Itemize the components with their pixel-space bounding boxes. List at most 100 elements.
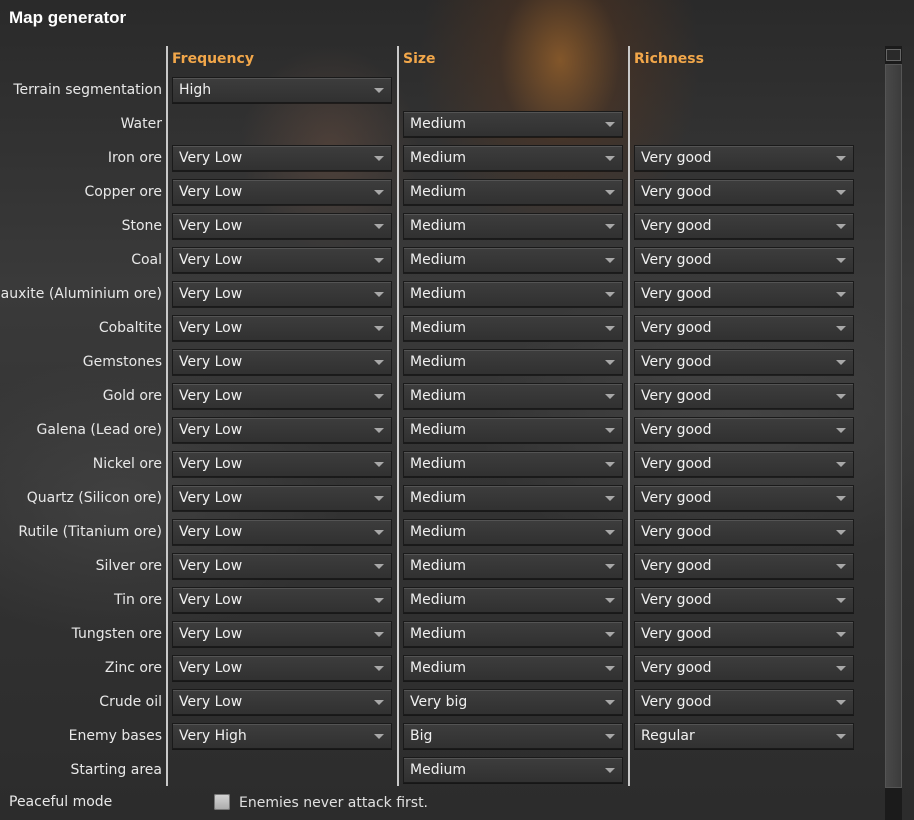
frequency-dropdown[interactable]: Very Low <box>172 519 392 545</box>
size-dropdown[interactable]: Medium <box>403 145 623 171</box>
chevron-down-icon <box>605 530 615 535</box>
richness-dropdown[interactable]: Very good <box>634 587 854 613</box>
richness-dropdown[interactable]: Regular <box>634 723 854 749</box>
size-dropdown[interactable]: Medium <box>403 349 623 375</box>
size-dropdown[interactable]: Medium <box>403 315 623 341</box>
richness-dropdown[interactable]: Very good <box>634 281 854 307</box>
size-dropdown-value: Medium <box>410 252 466 268</box>
richness-dropdown[interactable]: Very good <box>634 621 854 647</box>
frequency-dropdown[interactable]: Very Low <box>172 383 392 409</box>
richness-dropdown[interactable]: Very good <box>634 213 854 239</box>
richness-dropdown[interactable]: Very good <box>634 179 854 205</box>
richness-dropdown[interactable]: Very good <box>634 383 854 409</box>
chevron-down-icon <box>374 666 384 671</box>
peaceful-mode-checkbox[interactable] <box>214 794 230 810</box>
size-dropdown[interactable]: Medium <box>403 111 623 137</box>
richness-dropdown[interactable]: Very good <box>634 553 854 579</box>
richness-dropdown[interactable]: Very good <box>634 247 854 273</box>
frequency-dropdown-value: Very Low <box>179 490 243 506</box>
size-dropdown[interactable]: Medium <box>403 485 623 511</box>
size-dropdown[interactable]: Very big <box>403 689 623 715</box>
size-dropdown-value: Medium <box>410 422 466 438</box>
size-dropdown[interactable]: Medium <box>403 655 623 681</box>
chevron-down-icon <box>374 326 384 331</box>
size-dropdown-value: Medium <box>410 626 466 642</box>
frequency-dropdown[interactable]: Very Low <box>172 417 392 443</box>
chevron-down-icon <box>605 598 615 603</box>
chevron-down-icon <box>605 734 615 739</box>
chevron-down-icon <box>605 768 615 773</box>
richness-dropdown[interactable]: Very good <box>634 519 854 545</box>
frequency-dropdown[interactable]: Very Low <box>172 689 392 715</box>
frequency-dropdown[interactable]: Very Low <box>172 621 392 647</box>
richness-dropdown[interactable]: Very good <box>634 315 854 341</box>
frequency-dropdown[interactable]: Very Low <box>172 553 392 579</box>
size-dropdown-value: Medium <box>410 354 466 370</box>
window-title: Map generator <box>9 8 127 27</box>
row-label: Crude oil <box>99 694 162 710</box>
frequency-dropdown[interactable]: High <box>172 77 392 103</box>
frequency-dropdown[interactable]: Very Low <box>172 179 392 205</box>
richness-dropdown-value: Very good <box>641 592 712 608</box>
frequency-dropdown-value: Very Low <box>179 456 243 472</box>
frequency-dropdown-value: Very Low <box>179 184 243 200</box>
size-dropdown[interactable]: Medium <box>403 451 623 477</box>
chevron-down-icon <box>605 496 615 501</box>
size-dropdown[interactable]: Medium <box>403 519 623 545</box>
richness-dropdown[interactable]: Very good <box>634 689 854 715</box>
size-dropdown[interactable]: Medium <box>403 213 623 239</box>
chevron-down-icon <box>374 530 384 535</box>
size-dropdown[interactable]: Medium <box>403 621 623 647</box>
row-label: Terrain segmentation <box>13 82 162 98</box>
chevron-down-icon <box>605 632 615 637</box>
size-dropdown[interactable]: Medium <box>403 417 623 443</box>
size-dropdown-value: Medium <box>410 218 466 234</box>
chevron-down-icon <box>836 700 846 705</box>
frequency-dropdown[interactable]: Very Low <box>172 145 392 171</box>
size-dropdown[interactable]: Medium <box>403 383 623 409</box>
size-dropdown-value: Medium <box>410 116 466 132</box>
size-dropdown[interactable]: Medium <box>403 553 623 579</box>
chevron-down-icon <box>836 326 846 331</box>
chevron-down-icon <box>605 564 615 569</box>
frequency-dropdown-value: Very Low <box>179 558 243 574</box>
size-dropdown[interactable]: Medium <box>403 247 623 273</box>
scrollbar[interactable] <box>885 46 902 820</box>
richness-dropdown[interactable]: Very good <box>634 145 854 171</box>
chevron-down-icon <box>374 462 384 467</box>
frequency-dropdown[interactable]: Very Low <box>172 349 392 375</box>
frequency-dropdown[interactable]: Very Low <box>172 281 392 307</box>
size-dropdown[interactable]: Medium <box>403 757 623 783</box>
frequency-dropdown[interactable]: Very Low <box>172 213 392 239</box>
richness-dropdown[interactable]: Very good <box>634 485 854 511</box>
richness-dropdown[interactable]: Very good <box>634 417 854 443</box>
peaceful-mode-checkbox-text[interactable]: Enemies never attack first. <box>239 795 428 811</box>
size-dropdown[interactable]: Medium <box>403 179 623 205</box>
chevron-down-icon <box>836 224 846 229</box>
scroll-thumb[interactable] <box>885 64 902 788</box>
frequency-dropdown[interactable]: Very Low <box>172 451 392 477</box>
chevron-down-icon <box>374 190 384 195</box>
chevron-down-icon <box>374 224 384 229</box>
size-dropdown[interactable]: Big <box>403 723 623 749</box>
frequency-dropdown[interactable]: Very Low <box>172 587 392 613</box>
size-dropdown[interactable]: Medium <box>403 281 623 307</box>
frequency-dropdown[interactable]: Very Low <box>172 485 392 511</box>
scroll-up-button[interactable] <box>886 49 901 61</box>
size-dropdown-value: Medium <box>410 524 466 540</box>
frequency-dropdown[interactable]: Very High <box>172 723 392 749</box>
size-dropdown-value: Big <box>410 728 433 744</box>
chevron-down-icon <box>836 258 846 263</box>
frequency-dropdown[interactable]: Very Low <box>172 315 392 341</box>
chevron-down-icon <box>836 530 846 535</box>
frequency-dropdown-value: Very Low <box>179 150 243 166</box>
richness-dropdown[interactable]: Very good <box>634 349 854 375</box>
richness-dropdown-value: Very good <box>641 660 712 676</box>
size-dropdown[interactable]: Medium <box>403 587 623 613</box>
frequency-dropdown[interactable]: Very Low <box>172 247 392 273</box>
richness-dropdown[interactable]: Very good <box>634 451 854 477</box>
frequency-dropdown-value: Very Low <box>179 660 243 676</box>
richness-dropdown[interactable]: Very good <box>634 655 854 681</box>
chevron-down-icon <box>836 598 846 603</box>
frequency-dropdown[interactable]: Very Low <box>172 655 392 681</box>
